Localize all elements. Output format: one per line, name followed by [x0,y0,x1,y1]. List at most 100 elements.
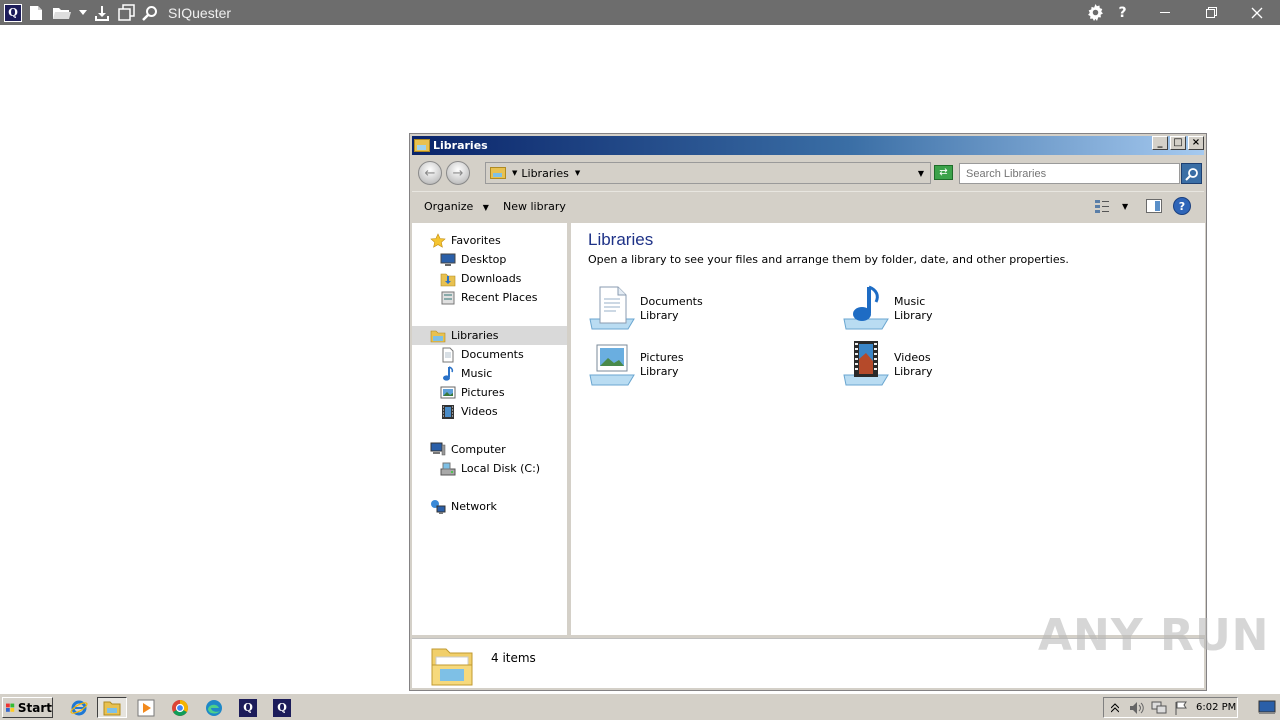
help-button-icon[interactable]: ? [1173,197,1191,215]
pictures-library-icon [589,344,635,386]
explorer-maximize-button[interactable]: □ [1170,136,1186,150]
search-icon[interactable] [138,0,162,25]
nav-desktop[interactable]: Desktop [440,250,506,269]
music-library-icon [843,285,889,330]
folder-explorer-icon [103,701,121,715]
taskbar-explorer[interactable] [97,697,127,718]
siquester-icon: Q [273,698,291,717]
documents-library-icon [589,286,635,330]
library-name-documents: Documents [640,295,703,308]
search-input[interactable] [959,163,1180,184]
app-title: SIQuester [168,4,232,21]
nav-pictures[interactable]: Pictures [440,383,505,402]
preview-pane-icon[interactable] [1146,199,1162,213]
nav-favorites[interactable]: Favorites [430,231,501,250]
refresh-button[interactable]: ⇄ [934,165,953,180]
breadcrumb-separator-icon[interactable]: ▼ [512,169,517,177]
nav-downloads[interactable]: Downloads [440,269,521,288]
action-center-flag-icon[interactable] [1170,699,1192,717]
organize-dropdown-icon: ▼ [482,203,489,212]
restore-icon[interactable] [1188,0,1234,25]
address-history-dropdown-icon[interactable]: ▼ [918,169,924,178]
nav-videos[interactable]: Videos [440,402,498,421]
libraries-icon [490,167,506,179]
content-title: Libraries [588,230,654,249]
nav-favorites-label: Favorites [451,234,501,247]
new-file-icon[interactable] [24,0,48,25]
search-button[interactable] [1181,163,1202,184]
libraries-large-folder-icon [431,648,473,686]
nav-pictures-label: Pictures [461,386,505,399]
library-name-pictures: Pictures [640,351,684,364]
nav-libraries[interactable]: Libraries [412,326,567,345]
navigation-pane: Favorites Desktop Downloads Recent Place… [412,223,569,635]
open-dropdown-icon[interactable] [76,0,90,25]
download-icon[interactable] [90,0,114,25]
change-view-icon[interactable] [1094,198,1110,214]
taskbar-media-player[interactable] [131,697,161,718]
show-desktop-icon[interactable] [1258,699,1276,715]
forward-arrow-icon: → [452,165,464,181]
start-button[interactable]: Start [2,697,53,718]
film-strip-icon [440,404,456,420]
back-arrow-icon: ← [424,165,436,181]
minimize-icon[interactable] [1142,0,1188,25]
show-hidden-icons-icon[interactable] [1104,699,1126,717]
taskbar-internet-explorer[interactable] [64,697,94,718]
organize-button[interactable]: Organize ▼ [424,200,489,213]
nav-network[interactable]: Network [430,497,497,516]
nav-recent-places-label: Recent Places [461,291,538,304]
nav-music[interactable]: Music [440,364,492,383]
forward-button[interactable]: → [446,161,470,185]
windows-logo-icon [6,703,15,712]
back-button[interactable]: ← [418,161,442,185]
media-player-icon [137,699,155,716]
library-tile-documents[interactable]: Documents Library [588,283,808,333]
nav-computer[interactable]: Computer [430,440,506,459]
taskbar-chrome[interactable] [165,697,195,718]
new-library-button[interactable]: New library [503,200,566,213]
nav-local-disk[interactable]: Local Disk (C:) [440,459,540,478]
library-subtitle-documents: Library [640,309,679,322]
clock[interactable]: 6:02 PM [1196,702,1241,713]
save-all-icon[interactable] [114,0,138,25]
close-icon[interactable] [1234,0,1280,25]
view-options-dropdown-icon[interactable]: ▼ [1122,202,1128,211]
item-count: 4 items [491,651,536,665]
command-bar: Organize ▼ New library ▼ ? [412,191,1204,221]
chrome-icon [172,699,188,716]
taskbar-edge[interactable] [199,697,229,718]
content-description: Open a library to see your files and arr… [588,253,1069,266]
anyrun-watermark: ANY RUN [1038,610,1270,661]
taskbar-siquester-2[interactable]: Q [267,697,297,718]
organize-label: Organize [424,200,474,213]
library-subtitle-pictures: Library [640,365,679,378]
library-tile-music[interactable]: Music Library [842,283,1062,333]
nav-documents[interactable]: Documents [440,345,524,364]
library-tile-videos[interactable]: Videos Library [842,339,1062,389]
open-folder-icon[interactable] [48,0,76,25]
nav-downloads-label: Downloads [461,272,522,285]
app-title-bar: Q SIQuester ? [0,0,1280,25]
explorer-window-title: Libraries [433,139,488,152]
nav-music-label: Music [461,367,493,380]
nav-computer-label: Computer [451,443,506,456]
breadcrumb-libraries[interactable]: Libraries [521,167,569,180]
taskbar-siquester-1[interactable]: Q [233,697,263,718]
nav-recent-places[interactable]: Recent Places [440,288,538,307]
libraries-nav-icon [430,328,446,344]
documents-icon [440,347,456,363]
recent-places-icon [440,290,456,306]
explorer-close-button[interactable]: × [1188,136,1204,150]
library-tile-pictures[interactable]: Pictures Library [588,339,808,389]
gear-icon[interactable] [1082,0,1109,25]
explorer-minimize-button[interactable]: _ [1152,136,1168,150]
network-tray-icon[interactable] [1148,699,1170,717]
explorer-title-bar[interactable]: Libraries [412,136,1204,155]
help-icon[interactable]: ? [1109,0,1136,25]
pictures-icon [440,385,456,401]
breadcrumb-chevron-icon[interactable]: ▼ [575,169,580,177]
nav-desktop-label: Desktop [461,253,507,266]
volume-icon[interactable] [1126,699,1148,717]
address-bar[interactable]: ▼ Libraries ▼ ▼ [485,162,931,184]
